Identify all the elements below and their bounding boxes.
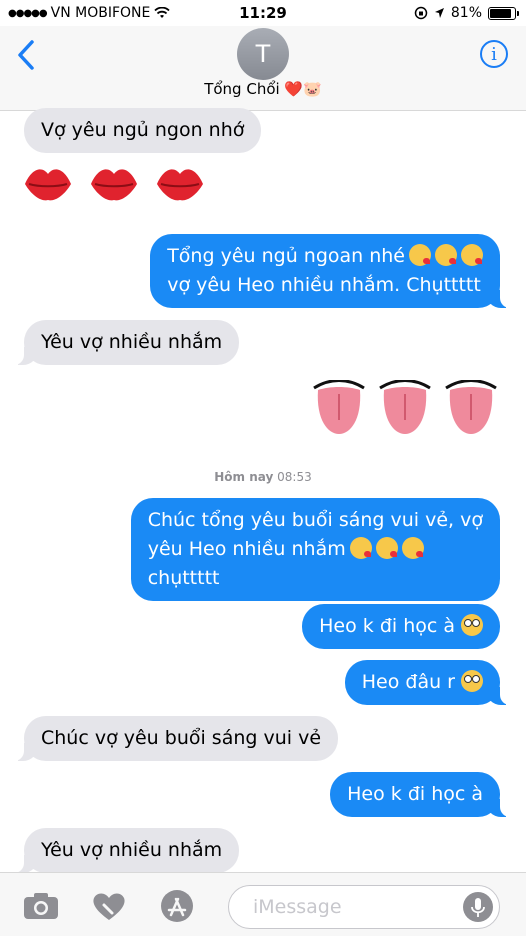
kiss-mark-icon[interactable]: [154, 162, 206, 206]
message-text: Vợ yêu ngủ ngon nhớ: [41, 119, 245, 141]
tongue-icon[interactable]: [442, 380, 500, 436]
tongue-icon[interactable]: [376, 380, 434, 436]
conversation-header: T Tổng Chổi ❤️🐷 i: [0, 26, 526, 111]
message-text: Heo đâu r: [362, 670, 483, 693]
message-incoming[interactable]: Yêu vợ nhiều nhắm: [13, 828, 240, 873]
orientation-lock-icon: [414, 6, 428, 20]
message-text: Heo k đi học à: [319, 614, 483, 637]
kiss-mark-icon[interactable]: [22, 162, 74, 206]
info-icon: i: [491, 43, 497, 65]
message-text: Chúc vợ yêu buổi sáng vui vẻ: [41, 727, 322, 749]
message-outgoing[interactable]: Heo đâu r: [344, 660, 511, 705]
face-blowing-kiss-icon: [409, 244, 431, 266]
info-button[interactable]: i: [480, 40, 508, 68]
message-incoming[interactable]: Vợ yêu ngủ ngon nhớ: [24, 108, 262, 153]
timestamp: Hôm nay 08:53: [0, 470, 526, 484]
imessage-input[interactable]: iMessage: [228, 885, 500, 929]
face-blowing-kiss-icon: [401, 537, 424, 559]
message-outgoing[interactable]: Heo k đi học à: [330, 772, 510, 817]
timestamp-day: Hôm nay: [214, 470, 274, 484]
message-text: Yêu vợ nhiều nhắm: [41, 839, 223, 861]
location-icon: [434, 8, 444, 18]
status-bar: ●●●●● VN MOBIFONE 11:29 81%: [0, 0, 526, 26]
microphone-icon[interactable]: [463, 892, 493, 922]
face-blowing-kiss-icon: [461, 244, 483, 266]
kiss-mark-icon[interactable]: [88, 162, 140, 206]
message-outgoing[interactable]: Chúc tổng yêu buổi sáng vui vẻ, vợ yêu H…: [130, 498, 500, 601]
message-line: vợ yêu Heo nhiều nhắm. Chụttttt: [167, 274, 481, 296]
input-placeholder: iMessage: [253, 896, 342, 918]
flushed-face-icon: [461, 614, 483, 636]
message-text: Heo k đi học à: [347, 783, 483, 805]
tongue-icon[interactable]: [310, 380, 368, 436]
contact-avatar[interactable]: T: [237, 28, 289, 80]
message-line: Chúc tổng yêu buổi sáng vui vẻ, vợ: [147, 509, 483, 531]
app-store-icon[interactable]: [158, 889, 196, 923]
battery-percent: 81%: [450, 5, 482, 21]
message-input-bar: iMessage: [0, 872, 526, 936]
message-line: chụttttt: [147, 567, 220, 589]
message-text: Yêu vợ nhiều nhắm: [41, 331, 223, 353]
contact-name[interactable]: Tổng Chổi ❤️🐷: [0, 80, 526, 98]
battery-icon: [488, 6, 519, 20]
message-outgoing[interactable]: Heo k đi học à: [302, 604, 500, 649]
message-incoming[interactable]: Yêu vợ nhiều nhắm: [13, 320, 240, 365]
message-outgoing[interactable]: Tổng yêu ngủ ngoan nhé vợ yêu Heo nhiều …: [150, 234, 510, 308]
back-chevron-icon[interactable]: [12, 38, 42, 72]
message-line: yêu Heo nhiều nhắm: [148, 537, 424, 560]
face-blowing-kiss-icon: [375, 537, 398, 559]
message-incoming[interactable]: Chúc vợ yêu buổi sáng vui vẻ: [13, 716, 339, 761]
face-blowing-kiss-icon: [349, 537, 372, 559]
digital-touch-heart-icon[interactable]: [90, 889, 128, 923]
avatar-initial: T: [255, 40, 271, 68]
message-line: Tổng yêu ngủ ngoan nhé: [167, 244, 483, 267]
camera-icon[interactable]: [22, 889, 60, 923]
flushed-face-icon: [461, 670, 483, 692]
timestamp-time: 08:53: [277, 470, 312, 484]
face-blowing-kiss-icon: [435, 244, 457, 266]
